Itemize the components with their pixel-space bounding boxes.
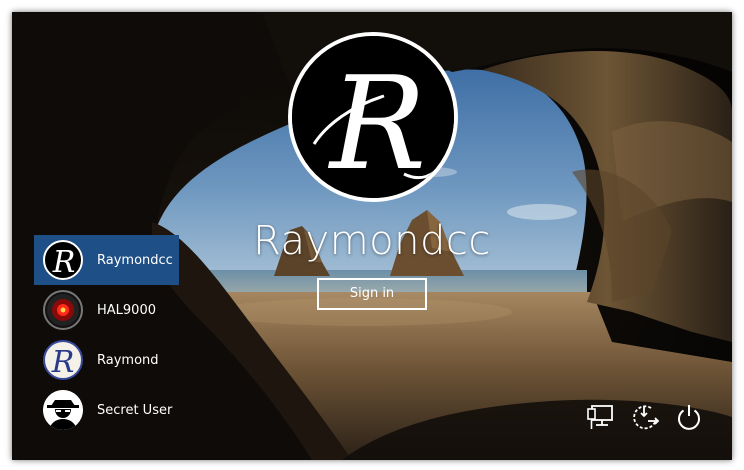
user-name: Secret User	[97, 402, 173, 418]
svg-text:R: R	[52, 245, 76, 278]
svg-text:R: R	[51, 345, 75, 378]
user-item-secret-user[interactable]: Secret User	[34, 385, 179, 435]
current-user-name: Raymondcc	[253, 218, 491, 264]
r-monogram-icon: R	[43, 340, 83, 380]
user-name: Raymondcc	[97, 252, 173, 268]
current-user-avatar: R	[288, 32, 458, 202]
system-buttons	[586, 402, 704, 432]
user-item-raymond[interactable]: R Raymond	[34, 335, 179, 385]
user-name: HAL9000	[97, 302, 156, 318]
user-item-hal9000[interactable]: HAL9000	[34, 285, 179, 335]
spy-silhouette-icon	[43, 390, 83, 430]
sign-in-button[interactable]: Sign in	[317, 278, 427, 310]
user-item-raymondcc[interactable]: R Raymondcc	[34, 235, 179, 285]
power-icon[interactable]	[674, 402, 704, 432]
user-list: R Raymondcc HAL9000 R Raymond Secret Use…	[34, 235, 179, 435]
user-name: Raymond	[97, 352, 159, 368]
r-monogram-icon: R	[292, 36, 454, 198]
network-icon[interactable]	[586, 402, 616, 432]
hal9000-eye-icon	[43, 290, 83, 330]
lock-screen: R Raymondcc Sign in R Raymondcc HAL9000 …	[12, 12, 732, 460]
ease-of-access-icon[interactable]	[630, 402, 660, 432]
r-monogram-icon: R	[43, 240, 83, 280]
